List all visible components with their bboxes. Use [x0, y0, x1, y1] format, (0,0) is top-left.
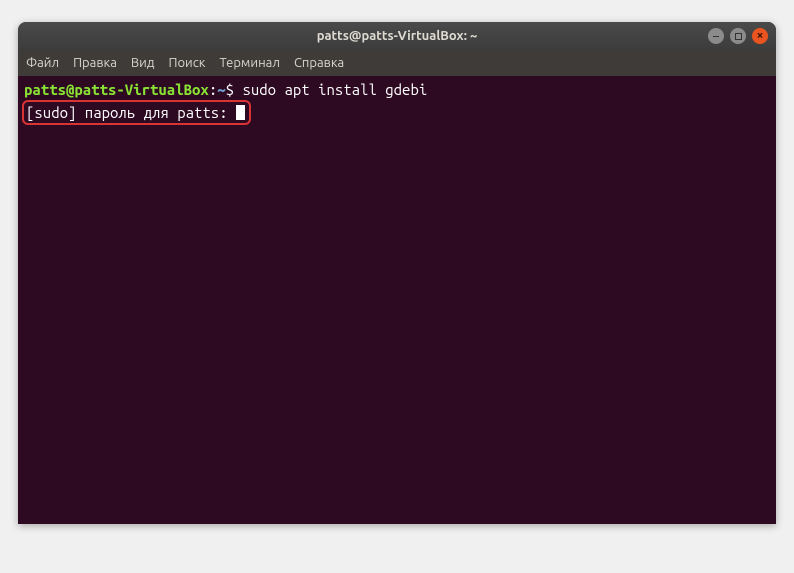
prompt-symbol: $ — [226, 81, 243, 98]
close-button[interactable] — [752, 28, 768, 44]
highlight-annotation: [sudo] пароль для patts: — [22, 100, 251, 126]
prompt-userhost: patts@patts-VirtualBox — [24, 81, 209, 98]
menu-search[interactable]: Поиск — [168, 56, 205, 70]
maximize-button[interactable] — [730, 28, 746, 44]
prompt-path: ~ — [217, 81, 225, 98]
window-title: patts@patts-VirtualBox: ~ — [26, 29, 768, 43]
menu-terminal[interactable]: Терминал — [219, 56, 279, 70]
minimize-button[interactable] — [708, 28, 724, 44]
menu-view[interactable]: Вид — [131, 56, 155, 70]
menubar: Файл Правка Вид Поиск Терминал Справка — [18, 50, 776, 76]
prompt-separator: : — [209, 81, 217, 98]
terminal-window: patts@patts-VirtualBox: ~ Файл Правка Ви… — [18, 22, 776, 524]
menu-file[interactable]: Файл — [26, 56, 59, 70]
terminal-line-1: patts@patts-VirtualBox:~$ sudo apt insta… — [24, 80, 770, 100]
menu-help[interactable]: Справка — [294, 56, 344, 70]
cursor-icon — [236, 105, 245, 120]
command-text: sudo apt install gdebi — [242, 81, 427, 98]
menu-edit[interactable]: Правка — [73, 56, 117, 70]
terminal-body[interactable]: patts@patts-VirtualBox:~$ sudo apt insta… — [18, 76, 776, 524]
sudo-prompt: [sudo] пароль для patts: — [26, 104, 236, 121]
titlebar[interactable]: patts@patts-VirtualBox: ~ — [18, 22, 776, 50]
window-controls — [708, 28, 768, 44]
terminal-line-2: [sudo] пароль для patts: — [24, 100, 770, 126]
